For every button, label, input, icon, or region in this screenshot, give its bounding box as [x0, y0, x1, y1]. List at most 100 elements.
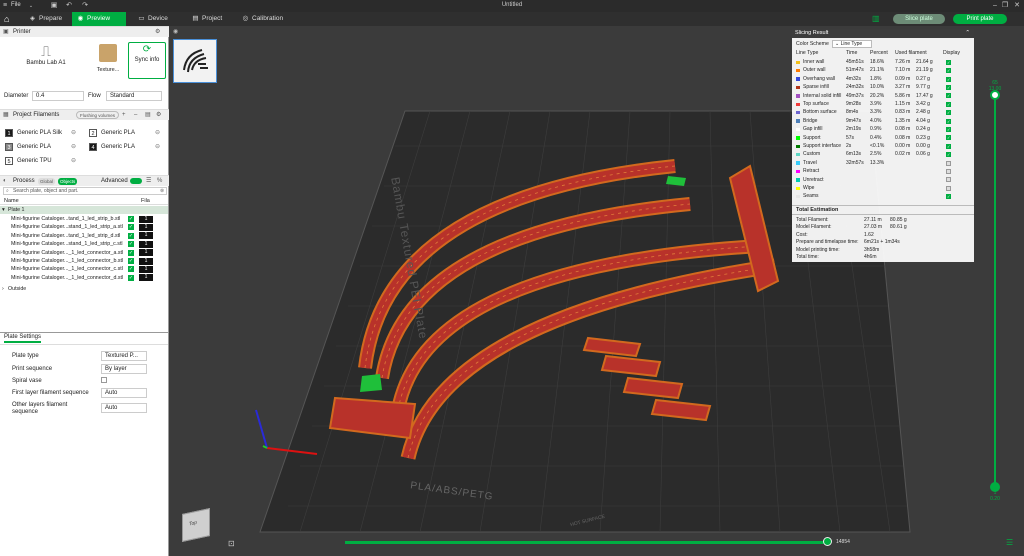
object-visible-checkbox[interactable]: ✓ — [128, 258, 134, 264]
filament-edit-icon[interactable]: ⊖ — [155, 129, 160, 136]
filament-color-1[interactable]: 1 — [5, 129, 13, 137]
plate-type-select[interactable]: Textured P... — [101, 351, 147, 361]
layers-stack-icon[interactable]: ☰ — [1006, 538, 1013, 547]
layer-slider[interactable]: 65 13.00 1 0.20 — [988, 80, 1002, 502]
gear-icon[interactable]: ⚙ — [155, 27, 160, 38]
percent-icon[interactable]: % — [157, 176, 162, 187]
object-filament-badge[interactable]: 1 — [139, 215, 153, 223]
other-layers-sequence-select[interactable]: Auto — [101, 403, 147, 413]
menu-icon[interactable]: ≡ — [1, 2, 9, 10]
remove-icon[interactable]: – — [134, 110, 137, 121]
save-icon[interactable]: ▣ — [50, 2, 58, 10]
tab-device[interactable]: ▭ Device — [133, 12, 178, 26]
edit-icon[interactable]: ▤ — [145, 110, 151, 121]
filament-name-1[interactable]: Generic PLA Silk — [17, 130, 62, 136]
display-checkbox-checked[interactable]: ✓ — [946, 118, 951, 124]
line-type-row[interactable]: Outer wall 51m47s 21.1% 7.10 m 21.19 g ✓ — [792, 66, 974, 74]
filament-color-3[interactable]: 3 — [5, 143, 13, 151]
spiral-vase-checkbox[interactable] — [101, 377, 107, 383]
object-row[interactable]: Mini-figurine Cataloger...tand_1_led_str… — [0, 215, 168, 223]
display-checkbox-checked[interactable]: ✓ — [946, 68, 951, 74]
filament-edit-icon[interactable]: ⊖ — [71, 129, 76, 136]
display-checkbox-checked[interactable]: ✓ — [946, 194, 951, 200]
plate-type-card[interactable]: Texture... — [92, 42, 124, 79]
line-type-row[interactable]: Support interface 2s <0.1% 0.00 m 0.00 g ✓ — [792, 142, 974, 150]
plate-sliced-icon[interactable]: ▥ — [872, 15, 880, 23]
sync-info-button[interactable]: ⟳ Sync info — [128, 42, 166, 79]
filament-color-4[interactable]: 4 — [89, 143, 97, 151]
object-row[interactable]: Mini-figurine Cataloger...stand_1_led_st… — [0, 240, 168, 248]
flushing-volumes-button[interactable]: Flushing volumes — [76, 111, 120, 119]
layer-top-handle[interactable] — [990, 90, 1000, 100]
object-filament-badge[interactable]: 1 — [139, 232, 153, 240]
object-filament-badge[interactable]: 1 — [139, 249, 153, 257]
display-checkbox-checked[interactable]: ✓ — [946, 152, 951, 158]
printer-card[interactable]: ⎍ Bambu Lab A1 — [4, 42, 88, 79]
collapse-icon[interactable]: ⌃ — [965, 29, 970, 38]
clear-search-icon[interactable]: ⊗ — [160, 188, 164, 194]
object-search-box[interactable]: ⌕ Search plate, object and part. ⊗ — [3, 187, 167, 195]
filament-edit-icon[interactable]: ⊖ — [155, 143, 160, 150]
filament-name-3[interactable]: Generic PLA — [17, 144, 51, 150]
display-checkbox-checked[interactable]: ✓ — [946, 84, 951, 90]
color-scheme-select[interactable]: ⌄ Line Type — [832, 40, 872, 48]
object-visible-checkbox[interactable]: ✓ — [128, 216, 134, 222]
filament-name-4[interactable]: Generic PLA — [101, 144, 135, 150]
gear-icon[interactable]: ⚙ — [156, 110, 161, 121]
filament-color-2[interactable]: 2 — [89, 129, 97, 137]
file-menu[interactable]: File — [11, 2, 21, 8]
tab-preview[interactable]: ◉ Preview — [72, 12, 126, 26]
close-icon[interactable]: ✕ — [1012, 1, 1022, 11]
tab-calibration[interactable]: ◎ Calibration — [237, 12, 297, 26]
object-row[interactable]: Mini-figurine Cataloger..._1_led_connect… — [0, 257, 168, 265]
line-type-row[interactable]: Gap infill 2m19s 0.9% 0.08 m 0.24 g ✓ — [792, 125, 974, 133]
line-type-row[interactable]: Retract — [792, 167, 974, 175]
object-filament-badge[interactable]: 1 — [139, 223, 153, 231]
line-type-row[interactable]: Sparse infill 24m32s 10.0% 3.27 m 9.77 g ✓ — [792, 83, 974, 91]
display-checkbox-checked[interactable]: ✓ — [946, 143, 951, 149]
line-type-row[interactable]: Support 57s 0.4% 0.08 m 0.23 g ✓ — [792, 134, 974, 142]
object-row[interactable]: Mini-figurine Cataloger...tand_1_led_str… — [0, 232, 168, 240]
object-visible-checkbox[interactable]: ✓ — [128, 274, 134, 281]
filament-edit-icon[interactable]: ⊖ — [71, 157, 76, 164]
moves-slider[interactable] — [345, 537, 832, 546]
line-type-row[interactable]: Unretract — [792, 176, 974, 184]
advanced-switch[interactable] — [130, 178, 142, 184]
print-plate-button[interactable]: Print plate — [953, 14, 1007, 24]
line-type-row[interactable]: Bridge 9m47s 4.0% 1.35 m 4.04 g ✓ — [792, 117, 974, 125]
filament-name-5[interactable]: Generic TPU — [17, 158, 52, 164]
object-filament-badge[interactable]: 1 — [139, 240, 153, 248]
display-checkbox-checked[interactable]: ✓ — [946, 110, 951, 116]
object-row[interactable]: Mini-figurine Cataloger..._1_led_connect… — [0, 249, 168, 257]
object-visible-checkbox[interactable]: ✓ — [128, 232, 134, 239]
plate-settings-tab[interactable]: Plate Settings — [4, 334, 42, 343]
outside-row[interactable]: › Outside — [0, 285, 168, 293]
display-checkbox-checked[interactable]: ✓ — [946, 59, 951, 65]
line-type-row[interactable]: Internal solid infill 49m37s 20.2% 5.86 m 17… — [792, 92, 974, 100]
objects-toggle[interactable]: Objects — [58, 177, 78, 185]
line-type-row[interactable]: Top surface 9m28s 3.9% 1.15 m 3.42 g ✓ — [792, 100, 974, 108]
tab-prepare[interactable]: ◈ Prepare — [24, 12, 72, 26]
display-checkbox[interactable] — [946, 160, 951, 166]
object-row[interactable]: Mini-figurine Cataloger..._1_led_connect… — [0, 274, 168, 282]
list-icon[interactable]: ☰ — [146, 176, 151, 187]
filament-edit-icon[interactable]: ⊖ — [71, 143, 76, 150]
display-checkbox-checked[interactable]: ✓ — [946, 101, 951, 107]
global-toggle[interactable]: Global — [38, 177, 56, 185]
object-filament-badge[interactable]: 1 — [139, 265, 153, 273]
chevron-down-icon[interactable]: ⌄ — [27, 2, 35, 10]
undo-icon[interactable]: ↶ — [65, 2, 73, 10]
display-checkbox[interactable] — [946, 168, 951, 174]
slice-plate-button[interactable]: Slice plate — [893, 14, 945, 24]
view-cube[interactable]: Top — [182, 508, 210, 542]
display-checkbox-checked[interactable]: ✓ — [946, 126, 951, 132]
object-visible-checkbox[interactable]: ✓ — [128, 241, 134, 248]
home-icon[interactable]: ⌂ — [4, 14, 14, 24]
object-filament-badge[interactable]: 1 — [139, 274, 153, 282]
display-checkbox-checked[interactable]: ✓ — [946, 135, 951, 141]
line-type-row[interactable]: Travel 32m57s 13.3% — [792, 159, 974, 167]
first-layer-sequence-select[interactable]: Auto — [101, 388, 147, 398]
line-type-row[interactable]: Overhang wall 4m32s 1.8% 0.09 m 0.27 g ✓ — [792, 75, 974, 83]
search-input[interactable]: Search plate, object and part. — [13, 188, 78, 195]
object-visible-checkbox[interactable]: ✓ — [128, 249, 134, 256]
